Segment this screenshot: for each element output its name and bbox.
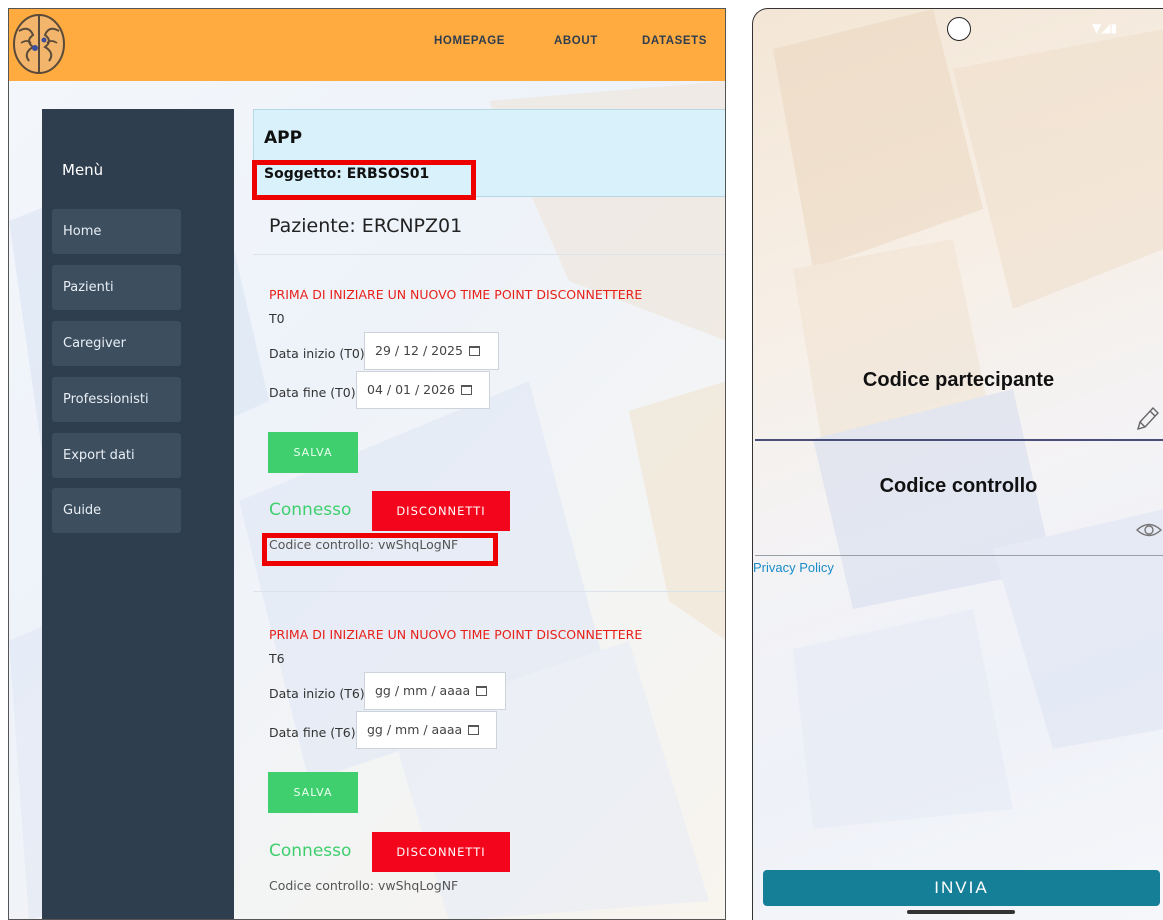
nav-homepage-link[interactable]: HOMEPAGE: [434, 35, 505, 47]
sidebar-item-professionisti[interactable]: Professionisti: [52, 377, 181, 422]
start-date-input[interactable]: gg / mm / aaaa: [364, 672, 506, 710]
control-code-label: Codice controllo: [879, 475, 1038, 497]
status-bar-icons: ▼◢▮: [1092, 21, 1118, 35]
sidebar-item-guide[interactable]: Guide: [52, 488, 181, 533]
save-button[interactable]: SALVA: [268, 772, 358, 813]
privacy-policy-link[interactable]: Privacy Policy: [753, 560, 834, 575]
timepoint-label: T6: [269, 651, 285, 666]
mobile-app-screen: ▼◢▮ Codice partecipante Codice controllo…: [752, 8, 1163, 920]
pencil-icon[interactable]: [1134, 405, 1160, 433]
highlight-box-subject: [252, 160, 476, 200]
sidebar-item-caregiver[interactable]: Caregiver: [52, 321, 181, 366]
control-code-input[interactable]: [755, 509, 1163, 555]
control-code-text: Codice controllo: vwShqLogNF: [269, 878, 459, 893]
sidebar-title: Menù: [62, 161, 104, 179]
start-date-label: Data inizio (T6): [269, 686, 365, 701]
end-date-input[interactable]: 04 / 01 / 2026: [356, 371, 490, 409]
timepoint-label: T0: [269, 311, 285, 326]
camera-cutout: [947, 17, 971, 41]
start-date-value: gg / mm / aaaa: [375, 683, 471, 698]
start-date-input[interactable]: 29 / 12 / 2025: [364, 332, 499, 370]
background-pattern: [773, 9, 1163, 829]
participant-code-label: Codice partecipante: [862, 369, 1055, 391]
top-navigation-bar: HOMEPAGE ABOUT DATASETS: [9, 9, 725, 81]
sidebar-item-export-dati[interactable]: Export dati: [52, 433, 181, 478]
connection-status: Connesso: [269, 500, 352, 520]
divider: [253, 254, 725, 255]
calendar-icon[interactable]: [476, 686, 488, 696]
home-indicator: [907, 910, 1015, 914]
control-code-underline: [755, 555, 1163, 556]
divider: [253, 591, 725, 592]
participant-code-input[interactable]: [755, 399, 1163, 439]
nav-about-link[interactable]: ABOUT: [554, 35, 598, 47]
save-button[interactable]: SALVA: [268, 432, 358, 473]
eye-icon[interactable]: [1135, 519, 1163, 541]
timepoint-warning: PRIMA DI INIZIARE UN NUOVO TIME POINT DI…: [269, 287, 643, 302]
timepoint-warning: PRIMA DI INIZIARE UN NUOVO TIME POINT DI…: [269, 627, 643, 642]
calendar-icon[interactable]: [468, 346, 480, 356]
end-date-value: gg / mm / aaaa: [367, 722, 463, 737]
calendar-icon[interactable]: [460, 385, 472, 395]
page-title: APP: [264, 128, 303, 148]
web-app-window: HOMEPAGE ABOUT DATASETS Menù Home Pazien…: [8, 8, 726, 920]
connection-status: Connesso: [269, 841, 352, 861]
start-date-value: 29 / 12 / 2025: [375, 343, 463, 358]
sidebar-item-home[interactable]: Home: [52, 209, 181, 254]
start-date-label: Data inizio (T0): [269, 346, 365, 361]
end-date-input[interactable]: gg / mm / aaaa: [356, 711, 497, 749]
end-date-label: Data fine (T0): [269, 385, 356, 400]
end-date-label: Data fine (T6): [269, 725, 356, 740]
disconnect-button[interactable]: DISCONNETTI: [372, 491, 510, 531]
participant-code-underline: [755, 439, 1163, 441]
nav-datasets-link[interactable]: DATASETS: [642, 35, 707, 47]
patient-title: Paziente: ERCNPZ01: [269, 215, 463, 237]
disconnect-button[interactable]: DISCONNETTI: [372, 832, 510, 872]
highlight-box-control-code: [262, 533, 498, 566]
calendar-icon[interactable]: [468, 725, 480, 735]
sidebar-item-pazienti[interactable]: Pazienti: [52, 265, 181, 310]
brain-logo-icon[interactable]: [11, 13, 67, 75]
submit-button[interactable]: INVIA: [763, 870, 1160, 906]
end-date-value: 04 / 01 / 2026: [367, 382, 455, 397]
